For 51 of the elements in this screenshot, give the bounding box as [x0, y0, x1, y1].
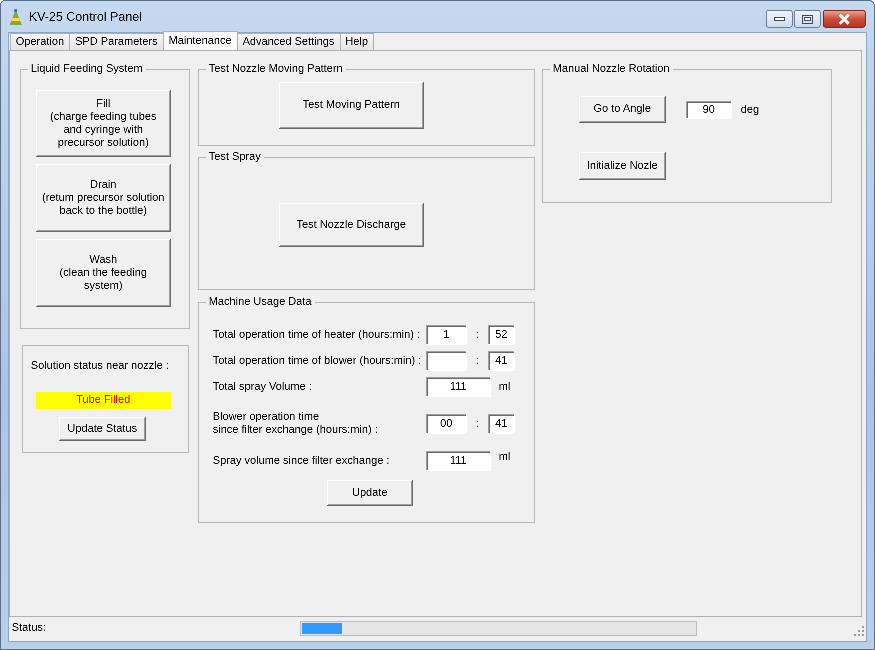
- window-title: KV-25 Control Panel: [29, 10, 144, 24]
- input-field[interactable]: 111: [426, 451, 491, 471]
- feed-button[interactable]: Drain (retum precursor solution back to the bottle): [36, 164, 171, 232]
- group-title: Machine Usage Data: [209, 296, 312, 308]
- field-label: Total operation time of blower (hours:min) :: [213, 354, 422, 368]
- cone-icon: [9, 8, 23, 26]
- input-field[interactable]: 111: [426, 377, 491, 397]
- feed-button[interactable]: Wash (clean the feeding system): [36, 239, 171, 307]
- tab[interactable]: SPD Parameters: [69, 33, 164, 50]
- close-button[interactable]: [823, 10, 866, 28]
- separator: :: [474, 329, 480, 341]
- button[interactable]: Test Nozzle Discharge: [279, 203, 424, 247]
- input-field[interactable]: 41: [488, 351, 515, 371]
- go-to-angle-button[interactable]: Go to Angle: [579, 96, 666, 123]
- field-label: Blower operation time since filter exchange (hours:min) :: [213, 411, 380, 437]
- input-field[interactable]: 52: [488, 325, 515, 345]
- tab[interactable]: Help: [340, 33, 374, 50]
- tab[interactable]: Operation: [10, 33, 70, 50]
- unit-label: deg: [741, 104, 760, 116]
- maximize-icon: [802, 14, 813, 24]
- group-title: Test Nozzle Moving Pattern: [209, 63, 343, 75]
- tab[interactable]: Maintenance: [162, 31, 238, 50]
- input-field[interactable]: 00: [426, 414, 467, 434]
- input-field[interactable]: 1: [426, 325, 467, 345]
- field-label: Total operation time of heater (hours:min) :: [213, 328, 422, 342]
- status-label: Status:: [12, 622, 46, 634]
- initialize-button[interactable]: Initialize Nozle: [579, 152, 666, 180]
- tab[interactable]: Advanced Settings: [236, 33, 341, 50]
- minimize-icon: [774, 16, 785, 22]
- close-icon: [838, 14, 851, 24]
- maximize-button[interactable]: [794, 10, 821, 28]
- button[interactable]: Test Moving Pattern: [279, 82, 424, 129]
- field-label: Total spray Volume :: [213, 380, 314, 394]
- feed-button[interactable]: Fill (charge feeding tubes and cyringe with precursor solution): [36, 90, 171, 157]
- field-label: Spray volume since filter exchange :: [213, 454, 391, 468]
- minimize-button[interactable]: [766, 10, 793, 28]
- status-indicator: Tube Filled: [36, 392, 171, 409]
- input-field[interactable]: 41: [488, 414, 515, 434]
- unit-label: ml: [499, 451, 511, 463]
- unit-label: ml: [499, 381, 511, 393]
- group-title: Test Spray: [209, 151, 261, 163]
- input-field[interactable]: [426, 351, 467, 371]
- update-status-button[interactable]: Update Status: [59, 417, 146, 441]
- input-field[interactable]: 90: [686, 100, 732, 118]
- separator: :: [474, 355, 480, 367]
- update-button[interactable]: Update: [327, 480, 413, 506]
- group-title: Liquid Feeding System: [31, 63, 143, 75]
- separator: :: [474, 418, 480, 430]
- status-label: Solution status near nozzle :: [31, 360, 170, 372]
- resize-grip-icon[interactable]: [854, 626, 864, 636]
- group-title: Manual Nozzle Rotation: [553, 63, 670, 75]
